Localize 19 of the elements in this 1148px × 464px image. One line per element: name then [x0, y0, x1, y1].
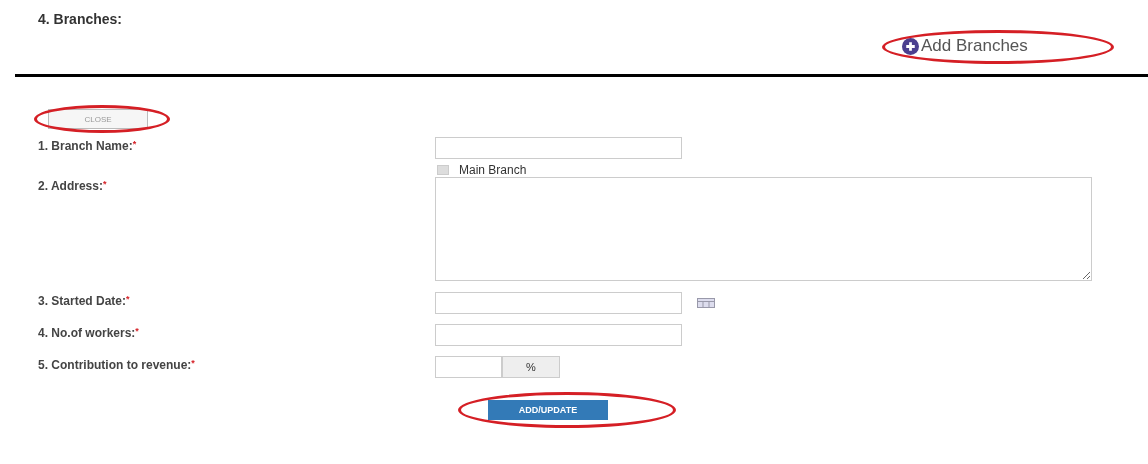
text-field[interactable] — [435, 324, 682, 346]
field-label: 3. Started Date:* — [37, 293, 131, 310]
close-button[interactable]: CLOSE — [48, 109, 148, 129]
checkbox[interactable] — [437, 165, 449, 175]
add-branches-button[interactable]: Add Branches — [902, 36, 1028, 56]
address-field[interactable] — [435, 177, 1092, 281]
calendar-icon[interactable] — [697, 298, 715, 308]
text-field[interactable] — [435, 137, 682, 159]
field-label: 4. No.of workers:* — [37, 325, 140, 342]
field-label: 2. Address:* — [37, 178, 108, 195]
percent-field[interactable] — [435, 356, 502, 378]
section-title: 4. Branches: — [38, 11, 123, 27]
checkbox-label: Main Branch — [459, 163, 527, 177]
field-label: 5. Contribution to revenue:* — [37, 357, 196, 374]
date-field[interactable] — [435, 292, 682, 314]
percent-addon: % — [502, 356, 560, 378]
add-update-button[interactable]: ADD/UPDATE — [488, 400, 608, 420]
field-label: 1. Branch Name:* — [37, 138, 138, 155]
plus-circle-icon — [902, 37, 919, 55]
